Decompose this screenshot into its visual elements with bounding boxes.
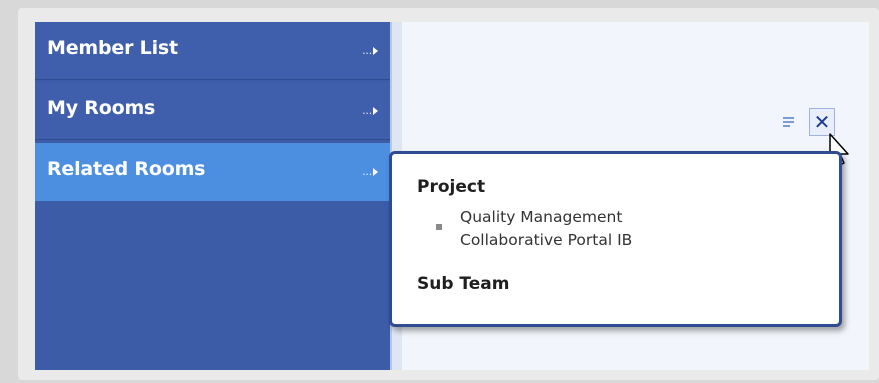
sidebar-item-member-list[interactable]: Member List ...	[35, 22, 390, 80]
sidebar-item-label: Related Rooms	[47, 158, 206, 180]
sidebar-item-related-rooms[interactable]: Related Rooms ...	[35, 143, 390, 201]
sidebar-item-label: My Rooms	[47, 97, 156, 119]
more-ellipsis: ...	[362, 165, 372, 178]
expand-arrow[interactable]: ...	[362, 44, 378, 57]
expand-arrow[interactable]: ...	[362, 165, 378, 178]
chevron-right-icon	[373, 167, 378, 176]
more-ellipsis: ...	[362, 44, 372, 57]
bullet-icon	[436, 224, 442, 230]
section-heading-project: Project	[417, 177, 486, 197]
room-name-line: Collaborative Portal IB	[460, 231, 633, 249]
expand-arrow[interactable]: ...	[362, 104, 378, 117]
room-name-line: Quality Management	[460, 208, 623, 226]
sidebar-nav: Member List ... My Rooms ... Related Roo…	[35, 22, 390, 370]
more-ellipsis: ...	[362, 104, 372, 117]
chevron-right-icon	[373, 106, 378, 115]
chevron-right-icon	[373, 46, 378, 55]
related-rooms-popup: Project Quality Management Collaborative…	[389, 151, 842, 327]
list-menu-icon[interactable]	[776, 108, 802, 136]
sidebar-item-label: Member List	[47, 37, 178, 59]
list-item-room-link[interactable]: Quality Management Collaborative Portal …	[460, 206, 632, 252]
sidebar-item-my-rooms[interactable]: My Rooms ...	[35, 82, 390, 140]
section-heading-sub-team: Sub Team	[417, 274, 510, 294]
